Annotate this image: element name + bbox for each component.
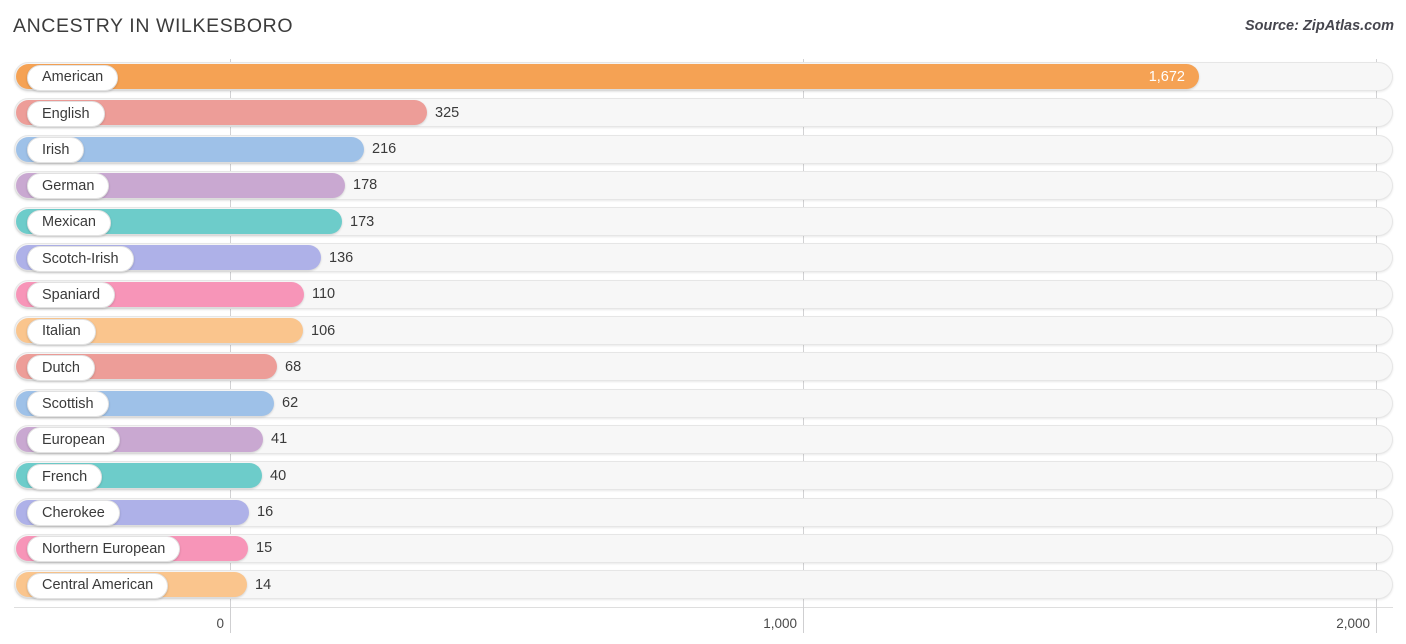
- category-label-text: Northern European: [42, 541, 166, 558]
- bar-value-label: 15: [256, 540, 273, 557]
- tick-label-1000: 1,000: [763, 616, 797, 631]
- bar-row[interactable]: Spaniard 110: [0, 277, 1406, 313]
- tick-stub: [230, 607, 231, 633]
- category-label-pill[interactable]: Dutch: [27, 354, 95, 381]
- tick-stub: [803, 607, 804, 633]
- tick-label-0: 0: [216, 616, 224, 631]
- bar-rows: American 1,672 English 325 Irish 216 German 178…: [0, 59, 1406, 603]
- category-label-text: Irish: [42, 141, 70, 158]
- category-label-text: Spaniard: [42, 287, 101, 304]
- bar-value-label: 41: [271, 431, 288, 448]
- category-label-text: Scotch-Irish: [42, 250, 119, 267]
- category-label-text: Scottish: [42, 395, 94, 412]
- category-label-pill[interactable]: Cherokee: [27, 500, 120, 527]
- category-label-text: Central American: [42, 577, 154, 594]
- bar-fill[interactable]: [16, 64, 1199, 89]
- bar-row[interactable]: Mexican 173: [0, 204, 1406, 240]
- category-label-text: Mexican: [42, 214, 96, 231]
- bar-value-label: 40: [270, 467, 287, 484]
- bar-value-label: 110: [312, 286, 336, 303]
- category-label-pill[interactable]: German: [27, 173, 110, 200]
- bar-row[interactable]: Dutch 68: [0, 349, 1406, 385]
- category-label-text: Cherokee: [42, 504, 105, 521]
- bar-row[interactable]: Scotch-Irish 136: [0, 240, 1406, 276]
- category-label-pill[interactable]: Central American: [27, 572, 169, 599]
- bar-value-label: 178: [353, 177, 378, 194]
- category-label-pill[interactable]: French: [27, 463, 103, 490]
- category-label-pill[interactable]: Italian: [27, 318, 96, 345]
- category-label-pill[interactable]: English: [27, 100, 105, 127]
- axis-line: [14, 607, 1393, 608]
- bar-value-label: 173: [350, 213, 375, 230]
- page-title: ANCESTRY IN WILKESBORO: [13, 15, 294, 37]
- bar-row[interactable]: Scottish 62: [0, 386, 1406, 422]
- category-label-pill[interactable]: Scotch-Irish: [27, 245, 134, 272]
- bar-row[interactable]: European 41: [0, 422, 1406, 458]
- category-label-pill[interactable]: Mexican: [27, 209, 111, 236]
- bar-row[interactable]: Northern European 15: [0, 531, 1406, 567]
- category-label-text: American: [42, 69, 104, 86]
- category-label-pill[interactable]: European: [27, 427, 120, 454]
- bar-row[interactable]: German 178: [0, 168, 1406, 204]
- bar-value-label: 106: [311, 322, 336, 339]
- bar-row[interactable]: Cherokee 16: [0, 495, 1406, 531]
- bar-value-label: 325: [435, 104, 460, 121]
- category-label-pill[interactable]: American: [27, 64, 119, 91]
- bar-row[interactable]: English 325: [0, 95, 1406, 131]
- bar-row[interactable]: Central American 14: [0, 567, 1406, 603]
- source-attribution: Source: ZipAtlas.com: [1244, 18, 1394, 34]
- bar-row[interactable]: American 1,672: [0, 59, 1406, 95]
- category-label-text: English: [42, 105, 90, 122]
- bar-value-label: 1,672: [1148, 68, 1185, 85]
- bar-value-label: 136: [329, 249, 354, 266]
- bar-row[interactable]: French 40: [0, 458, 1406, 494]
- category-label-text: European: [42, 432, 105, 449]
- plot-area: American 1,672 English 325 Irish 216 German 178…: [0, 59, 1406, 607]
- tick-stub: [1376, 607, 1377, 633]
- category-label-text: Italian: [42, 323, 81, 340]
- bar-value-label: 216: [372, 141, 397, 158]
- bar-value-label: 14: [255, 576, 272, 593]
- bar-value-label: 62: [282, 395, 299, 412]
- ancestry-bar-chart: ANCESTRY IN WILKESBORO Source: ZipAtlas.…: [0, 0, 1406, 644]
- category-label-text: German: [42, 178, 95, 195]
- x-axis: 0 1,000 2,000: [0, 607, 1406, 644]
- category-label-pill[interactable]: Northern European: [27, 536, 181, 563]
- category-label-pill[interactable]: Irish: [27, 137, 85, 164]
- bar-value-label: 68: [285, 358, 302, 375]
- category-label-text: Dutch: [42, 359, 80, 376]
- bar-row[interactable]: Irish 216: [0, 132, 1406, 168]
- category-label-text: French: [42, 468, 88, 485]
- bar-value-label: 16: [257, 504, 274, 521]
- category-label-pill[interactable]: Scottish: [27, 391, 109, 418]
- category-label-pill[interactable]: Spaniard: [27, 282, 116, 309]
- tick-label-2000: 2,000: [1336, 616, 1370, 631]
- bar-row[interactable]: Italian 106: [0, 313, 1406, 349]
